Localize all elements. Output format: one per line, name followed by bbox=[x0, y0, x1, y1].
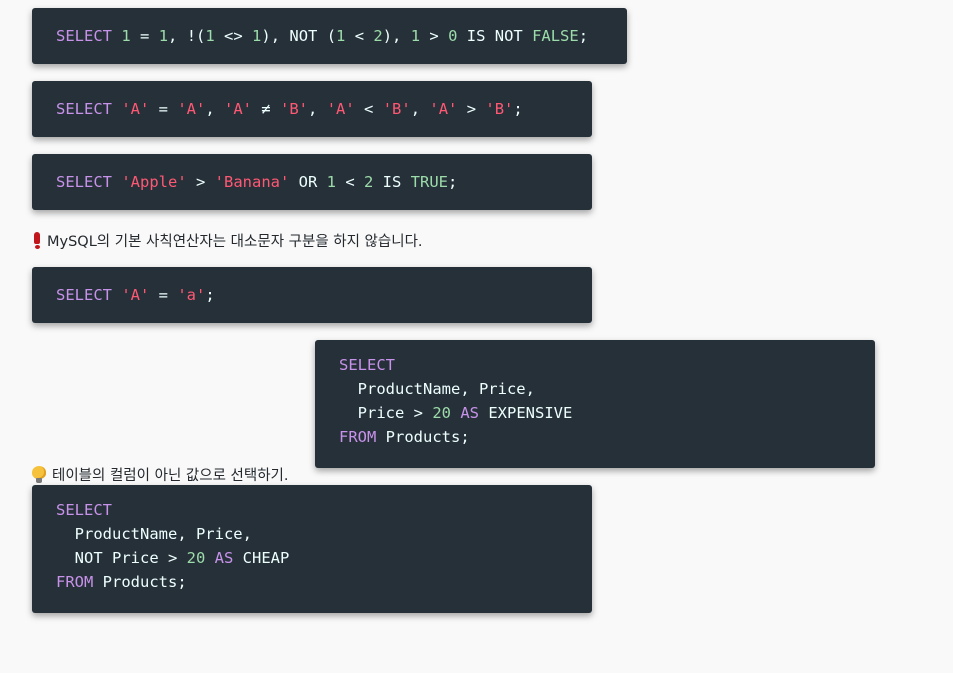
punct: , bbox=[308, 100, 327, 118]
number: 2 bbox=[373, 27, 383, 45]
punct: ), bbox=[382, 27, 411, 45]
operator: > bbox=[457, 100, 486, 118]
case-insensitive-note: MySQL의 기본 사칙연산자는 대소문자 구분을 하지 않습니다. bbox=[32, 230, 423, 251]
operator: <> bbox=[214, 27, 253, 45]
number: 1 bbox=[158, 27, 169, 45]
keyword-select: SELECT bbox=[56, 27, 112, 45]
keyword-as: AS bbox=[205, 549, 243, 567]
operator: < bbox=[336, 173, 364, 191]
code-block-logical-ops: SELECT 1 = 1, !(1 <> 1), NOT (1 < 2), 1 … bbox=[32, 8, 627, 64]
number: 1 bbox=[336, 27, 346, 45]
boolean-true: TRUE bbox=[410, 173, 448, 191]
string: 'B' bbox=[382, 100, 411, 118]
keyword-as: AS bbox=[451, 404, 489, 422]
keyword-select: SELECT bbox=[56, 286, 112, 304]
string: 'A' bbox=[121, 286, 150, 304]
code-line: ProductName, Price, bbox=[56, 525, 252, 543]
operator: = bbox=[130, 27, 159, 45]
string: 'B' bbox=[280, 100, 309, 118]
string: 'A' bbox=[429, 100, 458, 118]
number: 1 bbox=[410, 27, 421, 45]
number: 1 bbox=[252, 27, 262, 45]
code-block-expensive: SELECT ProductName, Price, Price > 20 AS… bbox=[315, 340, 875, 468]
keyword-from: FROM bbox=[339, 428, 377, 446]
number: 1 bbox=[121, 27, 131, 45]
code-block-cheap: SELECT ProductName, Price, NOT Price > 2… bbox=[32, 485, 592, 613]
operator: = bbox=[149, 100, 178, 118]
exclamation-icon bbox=[34, 232, 40, 249]
alias: EXPENSIVE bbox=[488, 404, 573, 422]
string: 'A' bbox=[326, 100, 355, 118]
number: 1 bbox=[205, 27, 215, 45]
keyword-select: SELECT bbox=[56, 501, 112, 519]
semicolon: ; bbox=[205, 286, 215, 304]
tip-note: 테이블의 컬럼이 아닌 값으로 선택하기. bbox=[32, 464, 288, 485]
number: 20 bbox=[432, 404, 451, 422]
operator: < bbox=[354, 100, 383, 118]
code-line: NOT Price > bbox=[56, 549, 187, 567]
keyword-select: SELECT bbox=[339, 356, 395, 374]
operator: = bbox=[149, 286, 178, 304]
keyword-is: IS bbox=[373, 173, 411, 191]
boolean-false: FALSE bbox=[532, 27, 579, 45]
code-block-string-compare: SELECT 'A' = 'A', 'A' ≠ 'B', 'A' < 'B', … bbox=[32, 81, 592, 137]
semicolon: ; bbox=[578, 27, 589, 45]
table-name: Products; bbox=[376, 428, 470, 446]
number: 1 bbox=[326, 173, 336, 191]
number: 2 bbox=[364, 173, 374, 191]
string: 'A' bbox=[224, 100, 253, 118]
number: 0 bbox=[448, 27, 458, 45]
keyword-select: SELECT bbox=[56, 173, 112, 191]
string: 'A' bbox=[177, 100, 206, 118]
table-name: Products; bbox=[93, 573, 187, 591]
string: 'Apple' bbox=[121, 173, 187, 191]
tip-note-text: 테이블의 컬럼이 아닌 값으로 선택하기. bbox=[52, 468, 289, 484]
operator: > bbox=[420, 27, 449, 45]
code-block-case-compare: SELECT 'A' = 'a'; bbox=[32, 267, 592, 323]
lightbulb-icon bbox=[32, 465, 46, 484]
string: 'A' bbox=[121, 100, 150, 118]
alias: CHEAP bbox=[242, 549, 290, 567]
string: 'Banana' bbox=[214, 173, 290, 191]
code-line: Price > bbox=[339, 404, 433, 422]
number: 20 bbox=[186, 549, 206, 567]
operator: > bbox=[186, 173, 215, 191]
semicolon: ; bbox=[513, 100, 523, 118]
keyword-select: SELECT bbox=[56, 100, 112, 118]
punct: , bbox=[410, 100, 430, 118]
punct: ), NOT ( bbox=[261, 27, 337, 45]
operator: < bbox=[345, 27, 374, 45]
keyword-is-not: IS NOT bbox=[457, 27, 533, 45]
keyword-from: FROM bbox=[56, 573, 94, 591]
semicolon: ; bbox=[448, 173, 458, 191]
code-block-string-or: SELECT 'Apple' > 'Banana' OR 1 < 2 IS TR… bbox=[32, 154, 592, 210]
punct: , bbox=[205, 100, 225, 118]
operator: ≠ bbox=[252, 100, 281, 118]
keyword-or: OR bbox=[289, 173, 327, 191]
string: 'a' bbox=[177, 286, 206, 304]
case-note-text: MySQL의 기본 사칙연산자는 대소문자 구분을 하지 않습니다. bbox=[47, 234, 423, 250]
punct: , !( bbox=[168, 27, 206, 45]
code-line: ProductName, Price, bbox=[339, 380, 535, 398]
string: 'B' bbox=[485, 100, 514, 118]
